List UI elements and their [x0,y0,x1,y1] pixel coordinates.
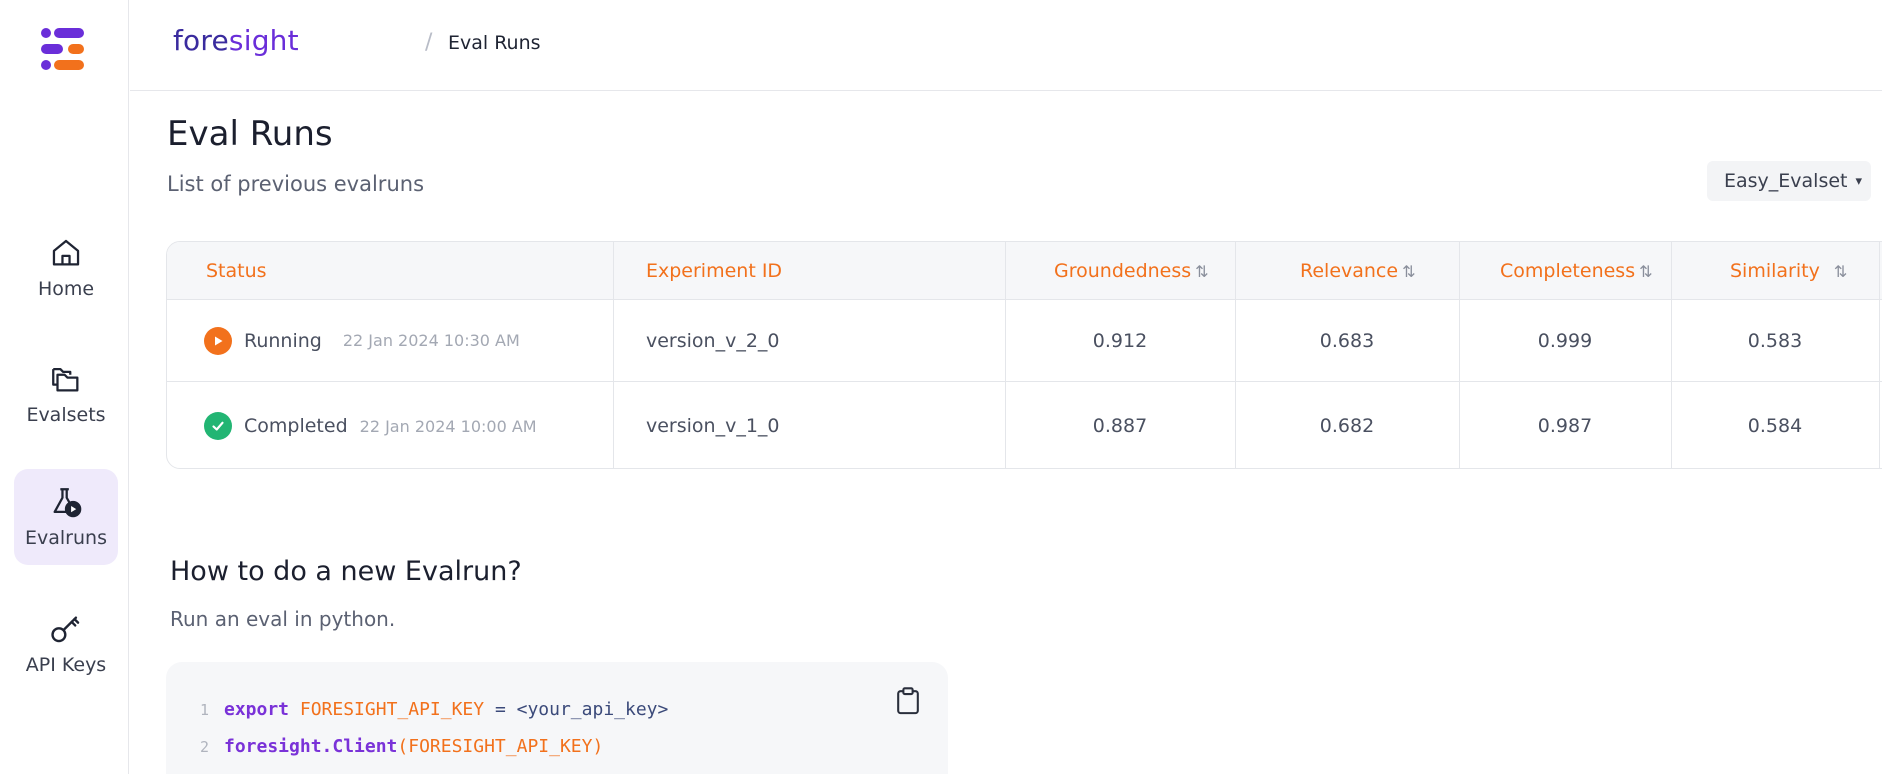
brand-text-sight: sight [228,24,299,57]
completeness-cell: 0.987 [1537,415,1593,437]
howto-title: How to do a new Evalrun? [170,556,522,587]
sort-icon[interactable]: ⇅ [1639,243,1652,301]
code-paren: ( [397,736,409,757]
line-number: 2 [200,738,210,756]
running-status-icon [204,326,232,355]
code-paren: ) [592,736,604,757]
sort-icon[interactable]: ⇅ [1402,243,1415,301]
chevron-down-icon: ▾ [1855,173,1863,189]
column-divider [1235,242,1236,468]
top-bar: foresight / Eval Runs [130,0,1882,91]
app-logo-icon[interactable] [40,26,86,72]
status-timestamp: 22 Jan 2024 10:00 AM [359,416,537,436]
column-header-label: Groundedness [1054,260,1192,282]
breadcrumb-current[interactable]: Eval Runs [448,32,541,54]
page-title: Eval Runs [167,114,333,154]
evalset-dropdown-value: Easy_Evalset [1724,170,1848,192]
sidebar-item-label: Home [37,278,95,300]
relevance-cell: 0.682 [1319,415,1375,437]
groundedness-cell: 0.887 [1092,415,1148,437]
column-header-label: Relevance [1300,260,1399,282]
sidebar-item-label: Evalsets [26,404,106,426]
evalruns-table: Status Experiment ID Groundedness ⇅ Relev… [166,241,1882,469]
status-timestamp: 22 Jan 2024 10:30 AM [342,331,520,350]
status-text: Completed [244,415,348,437]
brand-text-fore: fore [173,24,229,57]
column-header-groundedness[interactable]: Groundedness ⇅ [1054,242,1209,300]
home-icon [52,239,80,266]
breadcrumb-separator: / [425,30,433,55]
completeness-cell: 0.999 [1537,329,1593,352]
relevance-cell: 0.683 [1319,329,1375,352]
similarity-cell: 0.583 [1747,329,1803,352]
evalset-dropdown[interactable]: Easy_Evalset ▾ [1707,161,1871,201]
experiment-id-cell[interactable]: version_v_2_0 [646,300,780,381]
column-divider [1459,242,1460,468]
code-line-2: 2 foresight.Client(FORESIGHT_API_KEY) [200,736,603,757]
column-divider [1879,242,1880,468]
sidebar-item-evalruns[interactable]: Evalruns [14,469,118,565]
line-number: 1 [200,701,210,719]
completed-status-icon [204,412,232,440]
column-divider [1671,242,1672,468]
column-header-relevance[interactable]: Relevance ⇅ [1300,242,1415,300]
column-divider [1005,242,1006,468]
code-constant: FORESIGHT_API_KEY [408,736,593,757]
sort-icon[interactable]: ⇅ [1834,243,1847,301]
column-header-label: Similarity [1730,260,1820,282]
sort-icon[interactable]: ⇅ [1195,243,1208,301]
column-header-similarity[interactable]: Similarity ⇅ [1730,242,1847,300]
table-header: Status Experiment ID Groundedness ⇅ Relev… [167,242,1882,300]
code-function: foresight.Client [224,736,398,757]
status-text: Running [244,329,322,352]
sidebar-item-label: API Keys [25,654,107,676]
key-icon [51,616,80,643]
table-row[interactable]: Running 22 Jan 2024 10:30 AM version_v_2… [167,300,1882,382]
sidebar: Home Evalsets Evalruns API Keys [0,0,129,774]
code-constant: FORESIGHT_API_KEY [299,699,485,720]
groundedness-cell: 0.912 [1092,329,1148,352]
similarity-cell: 0.584 [1747,415,1803,437]
column-header-label: Completeness [1500,260,1636,282]
sidebar-item-label: Evalruns [25,527,107,549]
flask-run-icon [53,488,82,518]
page-subtitle: List of previous evalruns [167,172,425,196]
experiment-id-cell[interactable]: version_v_1_0 [646,382,780,468]
brand-logo[interactable]: foresight [173,24,299,57]
sidebar-item-evalsets[interactable]: Evalsets [14,346,118,442]
copy-clipboard-icon[interactable] [894,686,922,716]
table-row[interactable]: Completed 22 Jan 2024 10:00 AM version_v… [167,382,1882,468]
code-keyword: export [224,699,290,720]
sidebar-item-home[interactable]: Home [14,220,118,316]
column-header-experiment-id[interactable]: Experiment ID [646,242,782,300]
howto-subtitle: Run an eval in python. [170,607,396,631]
sidebar-item-api-keys[interactable]: API Keys [14,596,118,692]
code-line-1: 1 export FORESIGHT_API_KEY = <your_api_ke… [200,699,668,720]
folders-icon [52,367,79,392]
column-header-status[interactable]: Status [206,242,267,300]
status-cell: Completed 22 Jan 2024 10:00 AM [204,382,537,468]
column-divider [613,242,614,468]
column-header-completeness[interactable]: Completeness ⇅ [1500,242,1653,300]
status-cell: Running 22 Jan 2024 10:30 AM [204,300,520,381]
code-block: 1 export FORESIGHT_API_KEY = <your_api_ke… [166,662,948,774]
code-text: = <your_api_key> [484,699,669,720]
